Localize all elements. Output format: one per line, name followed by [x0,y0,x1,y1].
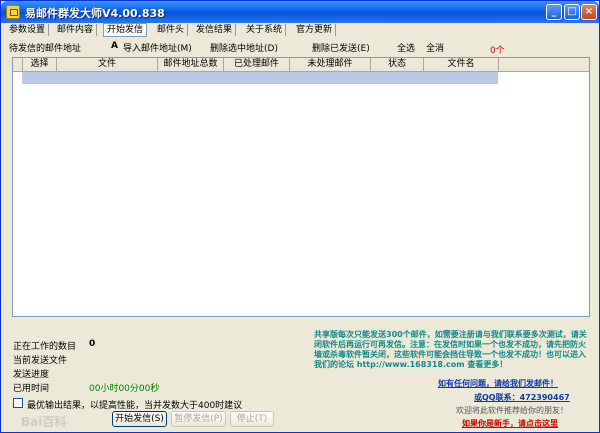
mail-app-icon [6,5,20,19]
maximize-icon[interactable]: □ [564,4,580,20]
col-file[interactable]: 文件 [57,58,158,71]
tab-content[interactable]: 邮件内容 [54,24,98,36]
select-all-button[interactable]: 全选 [397,41,415,54]
help-email-link[interactable]: 如有任何问题，请给我们发邮件！ [438,378,558,389]
clear-all-button[interactable]: 全消 [426,41,444,54]
table-row[interactable] [23,72,498,84]
stop-button[interactable]: 停止(T) [230,411,274,427]
close-icon[interactable]: × [581,4,597,20]
current-file-label: 当前发送文件 [13,356,68,366]
header-marker [13,58,23,71]
info-text: 共享版每次只能发送300个邮件，如需要注册请与我们联系要多次测试，请关闭软件后再… [314,330,587,369]
tab-about[interactable]: 关于系统 [243,24,287,36]
address-list[interactable]: 选择 文件 邮件地址总数 已处理邮件 未处理邮件 状态 文件名 [12,57,590,317]
import-button[interactable]: 导入邮件地址(M) [123,41,192,54]
optimize-output-label: 最优输出结果，以提高性能，当并发数大于400时建议 [27,401,243,411]
watermark: Bai百科 [21,415,67,429]
minimize-icon[interactable]: _ [546,4,562,20]
working-value: 0 [89,339,96,349]
elapsed-value: 00小时00分00秒 [89,384,160,394]
newbie-link[interactable]: 如果你是新手，请点击这里 [462,418,558,429]
pause-send-button[interactable]: 暂停发信(P) [171,411,226,427]
start-send-button[interactable]: 开始发信(S) [112,411,167,427]
list-header: 选择 文件 邮件地址总数 已处理邮件 未处理邮件 状态 文件名 [13,58,589,72]
tab-bar: 参数设置 邮件内容 开始发信 邮件头 发信结果 关于系统 官方更新 [2,23,598,37]
title-bar: 易邮件群发大师V4.00.838 _ □ × [1,1,599,23]
col-status[interactable]: 状态 [371,58,424,71]
pending-label: 待发信的邮件地址 [9,44,82,54]
col-processed[interactable]: 已处理邮件 [224,58,290,71]
delete-selected-button[interactable]: 删除选中地址(D) [210,41,278,54]
address-count: 0个 [490,46,505,56]
col-select[interactable]: 选择 [23,58,57,71]
tab-updates[interactable]: 官方更新 [293,24,337,36]
row-marker [14,72,23,84]
elapsed-label: 已用时间 [13,384,50,394]
tab-start-send[interactable]: 开始发信 [103,23,148,37]
qq-contact-link[interactable]: 或QQ联系：472390467 [474,392,570,403]
working-label: 正在工作的数目 [13,342,77,352]
col-unprocessed[interactable]: 未处理邮件 [290,58,371,71]
progress-label: 发送进度 [13,370,50,380]
tab-mail-header[interactable]: 邮件头 [154,24,189,36]
col-total[interactable]: 邮件地址总数 [158,58,224,71]
tab-results[interactable]: 发信结果 [193,24,237,36]
toolbar: 待发信的邮件地址 A 导入邮件地址(M) 删除选中地址(D) 删除已发送(E) … [1,39,600,55]
import-icon: A [111,41,118,51]
col-filename[interactable]: 文件名 [424,58,499,71]
optimize-output-checkbox[interactable] [13,398,23,408]
tab-params[interactable]: 参数设置 [6,24,50,36]
recommend-text: 欢迎将此软件推荐给你的朋友！ [456,406,568,415]
main-window: 易邮件群发大师V4.00.838 _ □ × 参数设置 邮件内容 开始发信 邮件… [0,0,600,433]
window-title: 易邮件群发大师V4.00.838 [25,7,165,20]
delete-sent-button[interactable]: 删除已发送(E) [312,41,370,54]
